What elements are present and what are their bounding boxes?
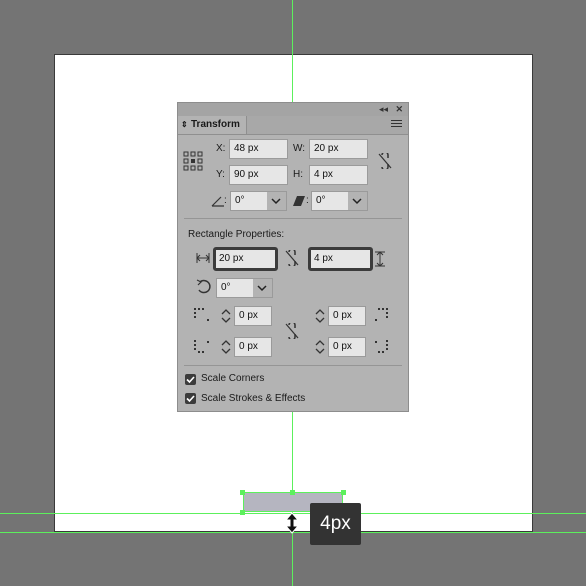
corner-br-icon: [375, 340, 388, 353]
dimension-tooltip: 4px: [310, 503, 361, 545]
corner-tl-stepper[interactable]: [219, 306, 233, 326]
scale-strokes-checkbox[interactable]: [185, 393, 196, 404]
rotate-icon: [196, 279, 211, 294]
rect-width-icon: [196, 253, 210, 263]
corner-tl-icon: [194, 308, 209, 321]
link-radius-icon[interactable]: [285, 323, 299, 339]
x-label: X:: [216, 143, 226, 154]
h-input[interactable]: 4 px: [309, 165, 368, 185]
rotate-angle-icon: [211, 196, 224, 207]
resize-handle-bl[interactable]: [240, 510, 245, 515]
panel-menu-icon[interactable]: [391, 120, 402, 129]
link-corners-icon[interactable]: [285, 250, 299, 266]
tab-transform-label: Transform: [191, 119, 240, 130]
corner-tr-input[interactable]: 0 px: [328, 306, 366, 326]
resize-handle-tr[interactable]: [341, 490, 346, 495]
corner-tr-icon: [375, 308, 388, 321]
shear-label: :: [306, 195, 309, 206]
tab-arrows-icon: ⇕: [181, 120, 188, 129]
panel-titlebar[interactable]: ◂◂ ✕: [178, 103, 408, 117]
corner-tl-input[interactable]: 0 px: [234, 306, 272, 326]
shear-input[interactable]: 0°: [311, 191, 349, 211]
chevron-down-icon: [352, 198, 362, 205]
corner-br-stepper[interactable]: [313, 337, 327, 357]
scale-corners-checkbox[interactable]: [185, 374, 196, 385]
angle-dropdown[interactable]: [267, 191, 287, 211]
corner-tr-stepper[interactable]: [313, 306, 327, 326]
corner-bl-input[interactable]: 0 px: [234, 337, 272, 357]
rect-width-input[interactable]: 20 px: [213, 247, 278, 271]
angle-input[interactable]: 0°: [230, 191, 268, 211]
separator: [184, 365, 402, 366]
separator: [184, 218, 402, 219]
transform-panel: ◂◂ ✕ ⇕ Transform X: 48 px W: 20 px Y: 90…: [177, 102, 409, 412]
rotate-input[interactable]: 0°: [216, 278, 254, 298]
resize-handle-tl[interactable]: [240, 490, 245, 495]
corner-bl-stepper[interactable]: [219, 337, 233, 357]
checkmark-icon: [186, 395, 195, 403]
close-icon[interactable]: ✕: [395, 103, 403, 116]
rect-properties-title: Rectangle Properties:: [188, 229, 285, 240]
collapse-icon[interactable]: ◂◂: [379, 103, 388, 116]
reference-point-icon[interactable]: [183, 151, 203, 171]
w-input[interactable]: 20 px: [309, 139, 368, 159]
angle-label: :: [224, 195, 227, 206]
chevron-down-icon: [257, 285, 267, 292]
rect-height-input[interactable]: 4 px: [308, 247, 373, 271]
shear-dropdown[interactable]: [348, 191, 368, 211]
rect-height-icon: [375, 251, 385, 267]
constrain-proportions-icon[interactable]: [378, 153, 392, 169]
corner-br-input[interactable]: 0 px: [328, 337, 366, 357]
panel-tab-row: ⇕ Transform: [178, 116, 408, 135]
checkmark-icon: [186, 376, 195, 384]
x-input[interactable]: 48 px: [229, 139, 288, 159]
tab-transform[interactable]: ⇕ Transform: [178, 116, 247, 134]
resize-cursor-icon: [284, 512, 300, 534]
resize-handle-tm[interactable]: [290, 490, 295, 495]
shear-icon: [293, 196, 305, 206]
y-input[interactable]: 90 px: [229, 165, 288, 185]
rotate-dropdown[interactable]: [253, 278, 273, 298]
chevron-down-icon: [271, 198, 281, 205]
scale-corners-label: Scale Corners: [201, 373, 265, 384]
y-label: Y:: [216, 169, 225, 180]
scale-strokes-label: Scale Strokes & Effects: [201, 393, 306, 404]
w-label: W:: [293, 143, 306, 154]
h-label: H:: [293, 169, 303, 180]
corner-bl-icon: [194, 340, 209, 353]
